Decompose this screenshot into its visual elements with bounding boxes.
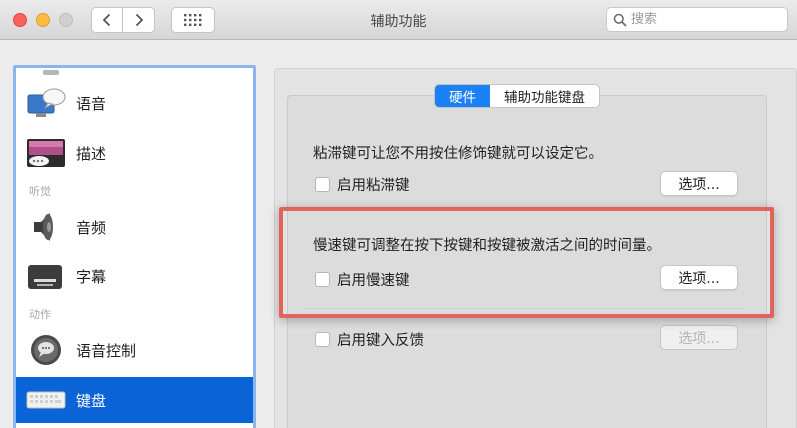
sidebar-item-label: 音频 — [76, 218, 107, 237]
sidebar-item-label: 键盘 — [76, 391, 107, 410]
checkbox-label: 启用键入反馈 — [337, 333, 424, 349]
typing-feedback-options-button: 选项... — [660, 325, 738, 350]
captions-icon — [26, 259, 66, 293]
speaker-icon — [26, 210, 66, 244]
checkbox-label: 启用粘滞键 — [337, 178, 410, 194]
keyboard-icon — [26, 383, 66, 417]
sidebar-item-label: 字幕 — [76, 267, 107, 286]
speech-bubble-display-icon — [26, 86, 66, 120]
search-field[interactable] — [606, 7, 788, 32]
sidebar-item-label: 描述 — [76, 144, 107, 163]
search-input[interactable] — [631, 12, 781, 27]
sidebar: 语音 描述 听觉 音频 字幕 动作 语音控制 键盘 — [13, 65, 256, 428]
section-header-hearing: 听觉 — [29, 185, 51, 198]
sidebar-item-captions[interactable]: 字幕 — [16, 253, 253, 299]
sidebar-item-voice-control[interactable]: 语音控制 — [16, 327, 253, 373]
typing-feedback-checkbox[interactable]: 启用键入反馈 — [315, 329, 424, 350]
search-icon — [613, 13, 627, 27]
sticky-keys-description: 粘滞键可让您不用按住修饰键就可以设定它。 — [313, 146, 603, 162]
sticky-keys-options-button[interactable]: 选项... — [660, 171, 738, 196]
highlight-box — [279, 207, 774, 318]
checkbox-box[interactable] — [315, 332, 330, 347]
sidebar-item-keyboard[interactable]: 键盘 — [16, 377, 253, 423]
sticky-keys-checkbox[interactable]: 启用粘滞键 — [315, 174, 410, 195]
tab-accessibility-keyboard[interactable]: 辅助功能键盘 — [490, 85, 599, 107]
sidebar-item-speech[interactable]: 语音 — [16, 80, 253, 126]
checkbox-box[interactable] — [315, 177, 330, 192]
description-film-icon — [26, 136, 66, 170]
sidebar-item-label: 语音 — [76, 94, 107, 113]
sidebar-item-descriptions[interactable]: 描述 — [16, 130, 253, 176]
sidebar-item-audio[interactable]: 音频 — [16, 204, 253, 250]
section-header-motor: 动作 — [29, 308, 51, 321]
tab-hardware[interactable]: 硬件 — [435, 85, 490, 107]
title-bar: 辅助功能 — [0, 0, 797, 40]
sidebar-item-label: 语音控制 — [76, 341, 137, 360]
tab-bar: 硬件 辅助功能键盘 — [434, 84, 600, 108]
scrolled-item-edge — [43, 70, 59, 75]
voice-control-icon — [26, 333, 66, 367]
